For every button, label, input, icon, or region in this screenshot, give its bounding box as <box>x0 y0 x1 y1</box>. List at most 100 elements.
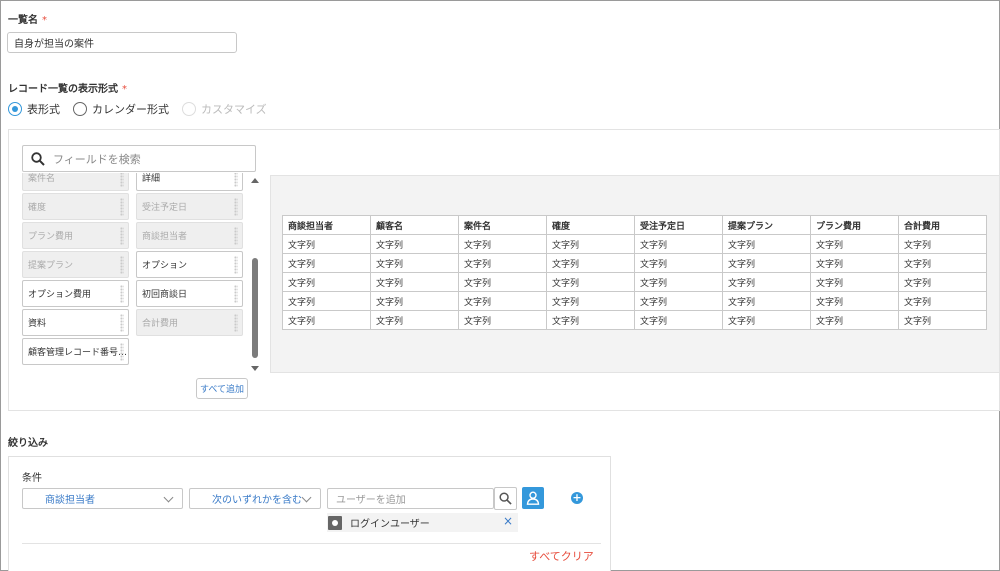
field-chip: 案件名 <box>22 173 129 191</box>
table-cell: 文字列 <box>370 310 459 330</box>
table-cell: 文字列 <box>282 253 371 273</box>
preview-column-header[interactable]: 確度 <box>546 215 635 235</box>
table-cell: 文字列 <box>898 291 987 311</box>
add-all-button[interactable]: すべて追加 <box>196 378 248 399</box>
drag-handle-icon[interactable] <box>120 314 124 332</box>
field-chip: プラン費用 <box>22 222 129 249</box>
field-chip-list: 案件名 詳細 確度 受注予定日 プラン費用 商談担当者 提案プラン オプション … <box>22 173 248 368</box>
drag-handle-icon[interactable] <box>120 285 124 303</box>
user-icon <box>526 491 540 505</box>
drag-handle-icon[interactable] <box>120 343 124 361</box>
field-chip[interactable]: 詳細 <box>136 173 243 191</box>
radio-table-format[interactable]: 表形式 <box>8 101 60 117</box>
preview-column-header[interactable]: 案件名 <box>458 215 547 235</box>
preview-column-header[interactable]: 商談担当者 <box>282 215 371 235</box>
field-search-input[interactable]: フィールドを検索 <box>22 145 256 172</box>
table-cell: 文字列 <box>458 310 547 330</box>
scroll-down-arrow-icon[interactable] <box>251 366 259 371</box>
table-cell: 文字列 <box>458 234 547 254</box>
filter-section-label: 絞り込み <box>8 438 48 449</box>
field-chip[interactable]: 資料 <box>22 309 129 336</box>
radio-checked-icon[interactable] <box>8 102 22 116</box>
table-cell: 文字列 <box>898 272 987 292</box>
table-row: 文字列 文字列 文字列 文字列 文字列 文字列 文字列 文字列 <box>282 310 987 330</box>
drag-handle-icon <box>120 198 124 216</box>
radio-calendar-format[interactable]: カレンダー形式 <box>73 101 169 117</box>
table-cell: 文字列 <box>370 291 459 311</box>
search-icon <box>499 492 512 505</box>
table-cell: 文字列 <box>546 253 635 273</box>
table-cell: 文字列 <box>546 310 635 330</box>
filter-operator-select[interactable]: 次のいずれかを含む <box>189 488 321 509</box>
scroll-thumb[interactable] <box>252 258 258 358</box>
table-cell: 文字列 <box>634 253 723 273</box>
table-row: 文字列 文字列 文字列 文字列 文字列 文字列 文字列 文字列 <box>282 291 987 311</box>
drag-handle-icon <box>234 198 238 216</box>
table-cell: 文字列 <box>282 272 371 292</box>
table-cell: 文字列 <box>722 253 811 273</box>
drag-handle-icon <box>120 173 124 187</box>
divider <box>22 543 601 544</box>
field-chip[interactable]: オプション <box>136 251 243 278</box>
field-list-scrollbar[interactable] <box>251 178 260 371</box>
filter-panel <box>8 456 611 571</box>
user-picker-button[interactable] <box>522 487 544 509</box>
table-cell: 文字列 <box>898 253 987 273</box>
clear-all-link[interactable]: すべてクリア <box>529 548 594 564</box>
table-row: 文字列 文字列 文字列 文字列 文字列 文字列 文字列 文字列 <box>282 253 987 273</box>
preview-column-header[interactable]: 受注予定日 <box>634 215 723 235</box>
table-cell: 文字列 <box>810 272 899 292</box>
chevron-down-icon <box>301 492 312 503</box>
table-cell: 文字列 <box>634 234 723 254</box>
preview-column-header[interactable]: 合計費用 <box>898 215 987 235</box>
table-row: 文字列 文字列 文字列 文字列 文字列 文字列 文字列 文字列 <box>282 234 987 254</box>
field-chip[interactable]: 初回商談日 <box>136 280 243 307</box>
scroll-up-arrow-icon[interactable] <box>251 178 259 183</box>
user-search-button[interactable] <box>494 487 517 510</box>
table-cell: 文字列 <box>810 234 899 254</box>
drag-handle-icon <box>234 314 238 332</box>
table-cell: 文字列 <box>546 234 635 254</box>
preview-header-row: 商談担当者 顧客名 案件名 確度 受注予定日 提案プラン プラン費用 合計費用 <box>282 215 987 235</box>
filter-field-select[interactable]: 商談担当者 <box>22 488 183 509</box>
drag-handle-icon <box>120 227 124 245</box>
plus-icon: + <box>572 491 582 504</box>
table-cell: 文字列 <box>458 272 547 292</box>
field-chip: 商談担当者 <box>136 222 243 249</box>
table-cell: 文字列 <box>546 272 635 292</box>
field-chip[interactable]: 顧客管理レコード番号… <box>22 338 129 365</box>
user-avatar-icon <box>328 515 342 530</box>
table-cell: 文字列 <box>810 253 899 273</box>
list-name-label: 一覧名 * <box>8 15 47 26</box>
table-cell: 文字列 <box>810 291 899 311</box>
table-cell: 文字列 <box>634 272 723 292</box>
radio-unchecked-icon[interactable] <box>73 102 87 116</box>
drag-handle-icon[interactable] <box>234 285 238 303</box>
field-chip: 受注予定日 <box>136 193 243 220</box>
add-condition-button[interactable]: + <box>571 492 583 504</box>
table-cell: 文字列 <box>722 272 811 292</box>
table-cell: 文字列 <box>898 234 987 254</box>
table-cell: 文字列 <box>546 291 635 311</box>
table-cell: 文字列 <box>722 234 811 254</box>
condition-label: 条件 <box>22 473 42 484</box>
list-name-input[interactable]: 自身が担当の案件 <box>7 32 237 53</box>
display-format-label: レコード一覧の表示形式 * <box>8 84 127 95</box>
field-chip: 確度 <box>22 193 129 220</box>
field-chip[interactable]: オプション費用 <box>22 280 129 307</box>
table-cell: 文字列 <box>370 253 459 273</box>
field-chip: 提案プラン <box>22 251 129 278</box>
preview-column-header[interactable]: プラン費用 <box>810 215 899 235</box>
close-icon[interactable]: × <box>503 514 513 528</box>
field-chip: 合計費用 <box>136 309 243 336</box>
user-add-input[interactable]: ユーザーを追加 <box>327 488 494 509</box>
drag-handle-icon[interactable] <box>234 173 238 187</box>
table-cell: 文字列 <box>370 272 459 292</box>
table-cell: 文字列 <box>810 310 899 330</box>
drag-handle-icon <box>120 256 124 274</box>
drag-handle-icon[interactable] <box>234 256 238 274</box>
chevron-down-icon <box>163 492 174 503</box>
table-cell: 文字列 <box>458 291 547 311</box>
preview-column-header[interactable]: 顧客名 <box>370 215 459 235</box>
preview-column-header[interactable]: 提案プラン <box>722 215 811 235</box>
